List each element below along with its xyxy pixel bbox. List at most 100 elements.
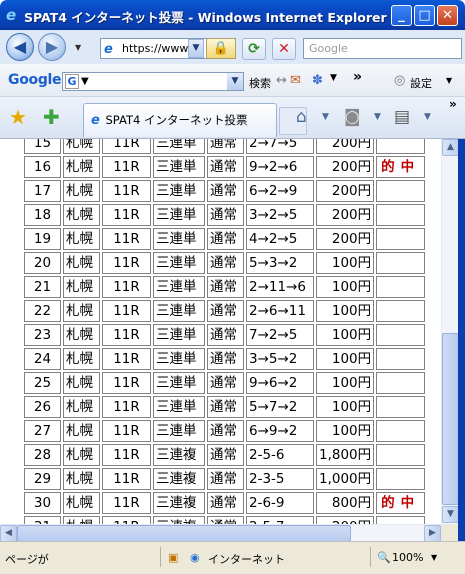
table-row: 26 札幌 11R 三連単 通常 5→7→2 100円 <box>24 396 426 418</box>
scroll-left-icon[interactable]: ◀ <box>0 525 17 542</box>
tab-spat4[interactable]: e SPAT4 インターネット投票 <box>83 103 277 137</box>
search-input[interactable]: Google <box>303 38 462 59</box>
vertical-scrollbar[interactable]: ▲ ▼ <box>441 139 459 524</box>
amount-cell: 200円 <box>316 156 375 178</box>
race-cell: 11R <box>102 300 151 322</box>
url-dropdown-icon[interactable]: ▼ <box>188 39 204 58</box>
page-icon: e <box>104 42 113 57</box>
venue-cell: 札幌 <box>63 156 100 178</box>
bet-mode-cell: 通常 <box>207 204 244 226</box>
navigate-icon[interactable]: ↔ <box>276 73 287 88</box>
minimize-button[interactable]: _ <box>391 5 412 26</box>
table-row: 28 札幌 11R 三連複 通常 2-5-6 1,800円 <box>24 444 426 466</box>
google-settings-button[interactable]: 設定 <box>410 75 432 91</box>
rss-feed-icon[interactable]: ◙ <box>344 107 361 127</box>
bet-type-cell: 三連複 <box>153 444 205 466</box>
rss-dropdown-icon[interactable]: ▼ <box>374 112 381 122</box>
home-dropdown-icon[interactable]: ▼ <box>322 112 329 122</box>
stop-button[interactable]: ✕ <box>272 38 296 60</box>
race-cell: 11R <box>102 156 151 178</box>
amount-cell: 100円 <box>316 276 375 298</box>
amount-cell: 100円 <box>316 372 375 394</box>
amount-cell: 200円 <box>316 139 375 154</box>
add-favorites-icon[interactable]: ✚ <box>43 107 60 127</box>
home-icon[interactable]: ⌂ <box>296 107 307 127</box>
horizontal-scrollbar[interactable]: ◀ ▶ <box>0 524 441 542</box>
google-search-field[interactable]: G ▼ ▼ <box>62 72 244 91</box>
combination-cell: 5→7→2 <box>246 396 314 418</box>
maximize-button[interactable]: □ <box>414 5 435 26</box>
favorites-star-icon[interactable]: ★ <box>9 107 27 127</box>
table-row: 27 札幌 11R 三連単 通常 6→9→2 100円 <box>24 420 426 442</box>
google-search-button[interactable]: 検索 <box>249 75 271 91</box>
zoom-icon[interactable]: 🔍 <box>377 551 391 564</box>
scroll-down-icon[interactable]: ▼ <box>442 506 459 523</box>
row-number: 16 <box>24 156 61 178</box>
table-row: 20 札幌 11R 三連単 通常 5→3→2 100円 <box>24 252 426 274</box>
scroll-right-icon[interactable]: ▶ <box>424 525 441 542</box>
race-cell: 11R <box>102 492 151 514</box>
bet-type-cell: 三連単 <box>153 300 205 322</box>
google-search-dropdown-icon[interactable]: ▼ <box>227 73 243 90</box>
horizontal-scroll-thumb[interactable] <box>17 525 351 542</box>
amount-cell: 1,000円 <box>316 468 375 490</box>
bet-mode-cell: 通常 <box>207 348 244 370</box>
close-button[interactable]: ✕ <box>437 5 458 26</box>
amount-cell: 200円 <box>316 204 375 226</box>
scroll-up-icon[interactable]: ▲ <box>442 139 459 156</box>
combination-cell: 7→2→5 <box>246 324 314 346</box>
row-number: 29 <box>24 468 61 490</box>
status-bar: ページが ▣ ◉ インターネット 🔍 100% ▼ <box>0 541 465 574</box>
bookmark-dropdown-icon[interactable]: ▼ <box>330 73 337 83</box>
result-cell <box>376 228 426 250</box>
pagerank-icon[interactable]: ✉ <box>290 73 301 88</box>
combination-cell: 2-6-9 <box>246 492 314 514</box>
amount-cell: 100円 <box>316 300 375 322</box>
command-more-icon[interactable]: » <box>449 97 457 111</box>
bet-mode-cell: 通常 <box>207 156 244 178</box>
back-button[interactable]: ◀ <box>6 33 34 61</box>
google-more-button[interactable]: » <box>353 69 362 85</box>
bet-type-cell: 三連単 <box>153 156 205 178</box>
amount-cell: 100円 <box>316 348 375 370</box>
google-toolbar: Google G ▼ ▼ 検索 ↔ ✉ ✽ ▼ » ◎ 設定 ▼ <box>0 64 465 97</box>
forward-button[interactable]: ▶ <box>38 33 66 61</box>
result-cell <box>376 468 426 490</box>
result-cell <box>376 324 426 346</box>
settings-gear-icon[interactable]: ◎ <box>394 73 405 88</box>
race-cell: 11R <box>102 420 151 442</box>
amount-cell: 200円 <box>316 228 375 250</box>
race-cell: 11R <box>102 372 151 394</box>
row-number: 22 <box>24 300 61 322</box>
bet-type-cell: 三連複 <box>153 492 205 514</box>
google-g-dropdown-icon[interactable]: ▼ <box>81 73 89 90</box>
result-cell <box>376 516 426 524</box>
bookmark-icon[interactable]: ✽ <box>312 73 323 88</box>
race-cell: 11R <box>102 252 151 274</box>
venue-cell: 札幌 <box>63 139 100 154</box>
settings-dropdown-icon[interactable]: ▼ <box>446 76 452 85</box>
history-dropdown-icon[interactable]: ▼ <box>75 43 81 52</box>
result-cell <box>376 252 426 274</box>
row-number: 19 <box>24 228 61 250</box>
bet-type-cell: 三連単 <box>153 396 205 418</box>
popup-blocked-icon[interactable]: ▣ <box>168 551 178 564</box>
race-cell: 11R <box>102 139 151 154</box>
print-dropdown-icon[interactable]: ▼ <box>424 112 431 122</box>
combination-cell: 2-5-7 <box>246 516 314 524</box>
table-row: 21 札幌 11R 三連単 通常 2→11→6 100円 <box>24 276 426 298</box>
amount-cell: 200円 <box>316 516 375 524</box>
refresh-button[interactable]: ⟳ <box>242 38 266 60</box>
vertical-scroll-thumb[interactable] <box>442 333 459 505</box>
zoom-level[interactable]: 100% <box>392 551 423 564</box>
result-cell <box>376 444 426 466</box>
result-cell: 的中 <box>376 492 426 514</box>
zoom-dropdown-icon[interactable]: ▼ <box>431 553 437 562</box>
venue-cell: 札幌 <box>63 348 100 370</box>
amount-cell: 200円 <box>316 180 375 202</box>
print-icon[interactable]: ▤ <box>394 107 410 127</box>
lock-icon[interactable]: 🔒 <box>206 38 236 59</box>
amount-cell: 100円 <box>316 420 375 442</box>
venue-cell: 札幌 <box>63 204 100 226</box>
venue-cell: 札幌 <box>63 420 100 442</box>
